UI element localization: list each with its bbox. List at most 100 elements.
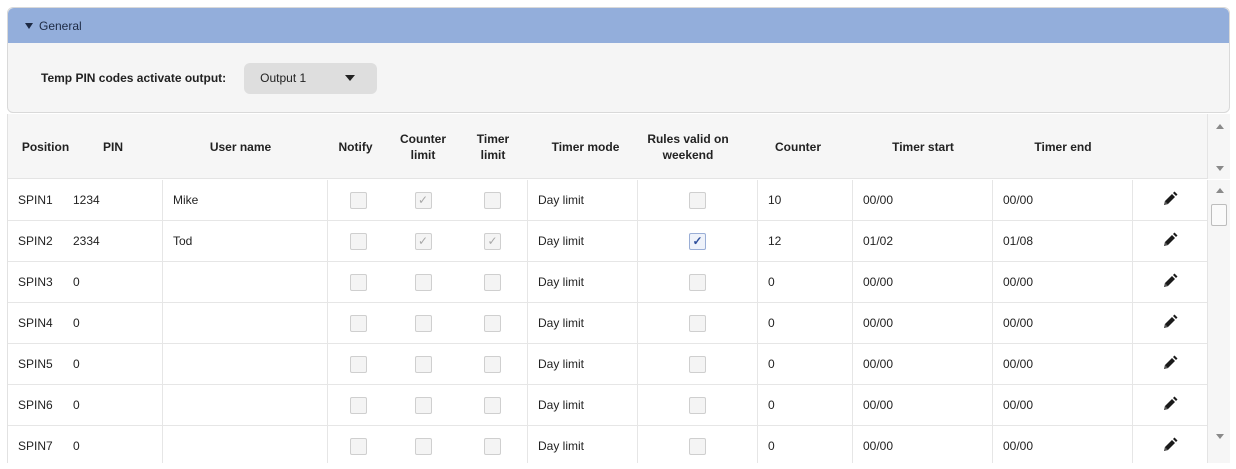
scroll-up-icon[interactable] <box>1216 124 1224 129</box>
caret-down-icon <box>345 75 356 81</box>
rules-weekend-checkbox[interactable]: ✓ <box>689 232 706 250</box>
timer-limit-checkbox[interactable]: ✓ <box>484 232 501 250</box>
cell-timer-limit <box>458 344 528 384</box>
notify-checkbox[interactable] <box>349 396 367 414</box>
col-pin[interactable]: PIN <box>83 114 143 179</box>
rules-weekend-checkbox[interactable] <box>689 437 706 455</box>
notify-checkbox[interactable] <box>349 355 367 373</box>
rules-weekend-checkbox[interactable] <box>689 355 706 373</box>
general-panel-header[interactable]: General <box>8 8 1229 43</box>
counter-limit-checkbox[interactable] <box>414 437 432 455</box>
pin-text: 0 <box>73 357 80 371</box>
timer-start-text: 00/00 <box>863 275 894 289</box>
counter-limit-checkbox[interactable]: ✓ <box>414 232 432 250</box>
col-timer-mode[interactable]: Timer mode <box>533 114 638 179</box>
notify-checkbox[interactable] <box>349 273 367 291</box>
rules-weekend-checkbox[interactable] <box>689 396 706 414</box>
pencil-icon[interactable] <box>1162 314 1178 333</box>
rules-weekend-checkbox[interactable] <box>689 273 706 291</box>
timer-limit-checkbox[interactable] <box>484 355 501 373</box>
timer-limit-checkbox[interactable] <box>484 437 501 455</box>
pin-text: 0 <box>73 316 80 330</box>
pin-table: Position PIN User name Notify Counter lim… <box>7 114 1230 463</box>
col-counter[interactable]: Counter <box>758 114 838 179</box>
body-scrollbar[interactable] <box>1207 180 1230 463</box>
cell-user-name: Tod <box>163 221 328 261</box>
output-select[interactable]: Output 1 <box>244 62 378 94</box>
counter-text: 0 <box>768 275 775 289</box>
cell-timer-start: 00/00 <box>853 180 993 220</box>
scroll-down-icon[interactable] <box>1216 166 1224 171</box>
cell-user-name <box>163 385 328 425</box>
cell-counter-limit <box>388 344 458 384</box>
cell-notify <box>328 262 388 302</box>
pencil-icon[interactable] <box>1162 191 1178 210</box>
table-row[interactable]: SPIN5 0 Day limit 0 00/00 00/00 <box>8 344 1207 385</box>
pencil-icon[interactable] <box>1162 437 1178 456</box>
table-row[interactable]: SPIN1 1234 Mike ✓ Day limit 10 00/00 00/00 <box>8 180 1207 221</box>
cell-edit <box>1133 344 1207 384</box>
scroll-up-icon[interactable] <box>1216 188 1224 193</box>
pencil-icon[interactable] <box>1162 273 1178 292</box>
cell-timer-mode: Day limit <box>528 385 638 425</box>
header-scrollbar[interactable] <box>1207 114 1230 179</box>
position-text: SPIN2 <box>18 234 53 248</box>
cell-timer-mode: Day limit <box>528 262 638 302</box>
cell-timer-limit <box>458 303 528 343</box>
notify-checkbox[interactable] <box>349 191 367 209</box>
table-row[interactable]: SPIN4 0 Day limit 0 00/00 00/00 <box>8 303 1207 344</box>
notify-checkbox[interactable] <box>349 314 367 332</box>
timer-mode-text: Day limit <box>538 316 585 330</box>
timer-limit-checkbox[interactable] <box>484 273 501 291</box>
cell-edit <box>1133 221 1207 261</box>
col-timer-end[interactable]: Timer end <box>993 114 1133 179</box>
table-row[interactable]: SPIN7 0 Day limit 0 00/00 00/00 <box>8 426 1207 463</box>
timer-limit-checkbox[interactable] <box>484 191 501 209</box>
cell-pin: 0 <box>63 385 163 425</box>
pencil-icon[interactable] <box>1162 232 1178 251</box>
cell-timer-start: 00/00 <box>853 426 993 463</box>
cell-notify <box>328 180 388 220</box>
cell-counter: 0 <box>758 344 853 384</box>
timer-start-text: 01/02 <box>863 234 894 248</box>
cell-timer-mode: Day limit <box>528 303 638 343</box>
table-row[interactable]: SPIN2 2334 Tod ✓ ✓ Day limit ✓ 12 01/02 01/08 <box>8 221 1207 262</box>
notify-checkbox[interactable] <box>349 232 367 250</box>
timer-end-text: 00/00 <box>1003 316 1034 330</box>
col-timer-limit[interactable]: Timer limit <box>463 114 523 179</box>
col-counter-limit[interactable]: Counter limit <box>388 114 458 179</box>
col-user-name[interactable]: User name <box>163 114 318 179</box>
scrollbar-thumb[interactable] <box>1211 204 1227 226</box>
rules-weekend-checkbox[interactable] <box>689 191 706 209</box>
pencil-icon[interactable] <box>1162 355 1178 374</box>
cell-timer-start: 00/00 <box>853 303 993 343</box>
rules-weekend-checkbox[interactable] <box>689 314 706 332</box>
scroll-down-icon[interactable] <box>1216 434 1224 439</box>
cell-notify <box>328 303 388 343</box>
cell-position: SPIN4 <box>8 303 63 343</box>
col-notify[interactable]: Notify <box>328 114 383 179</box>
col-rules-weekend[interactable]: Rules valid on weekend <box>638 114 738 179</box>
timer-start-text: 00/00 <box>863 398 894 412</box>
cell-counter: 0 <box>758 385 853 425</box>
table-row[interactable]: SPIN6 0 Day limit 0 00/00 00/00 <box>8 385 1207 426</box>
counter-limit-checkbox[interactable] <box>414 355 432 373</box>
counter-limit-checkbox[interactable]: ✓ <box>414 191 432 209</box>
counter-limit-checkbox[interactable] <box>414 314 432 332</box>
output-select-value: Output 1 <box>260 71 307 85</box>
general-panel: General Temp PIN codes activate output: … <box>7 7 1230 113</box>
counter-limit-checkbox[interactable] <box>414 273 432 291</box>
pin-text: 2334 <box>73 234 100 248</box>
counter-limit-checkbox[interactable] <box>414 396 432 414</box>
notify-checkbox[interactable] <box>349 437 367 455</box>
cell-timer-start: 00/00 <box>853 262 993 302</box>
table-row[interactable]: SPIN3 0 Day limit 0 00/00 00/00 <box>8 262 1207 303</box>
col-timer-start[interactable]: Timer start <box>853 114 993 179</box>
pin-text: 0 <box>73 398 80 412</box>
pencil-icon[interactable] <box>1162 396 1178 415</box>
triangle-down-icon <box>25 22 33 29</box>
cell-timer-start: 00/00 <box>853 344 993 384</box>
timer-limit-checkbox[interactable] <box>484 396 501 414</box>
col-position[interactable]: Position <box>8 114 83 179</box>
timer-limit-checkbox[interactable] <box>484 314 501 332</box>
